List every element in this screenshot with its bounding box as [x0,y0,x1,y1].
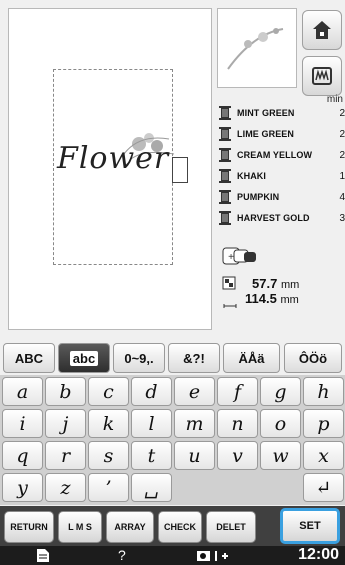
tab-lowercase[interactable]: abc [58,343,110,373]
color-row[interactable]: PUMPKIN 4 [219,188,345,206]
key-c[interactable]: c [88,377,129,406]
thread-spool-icon [219,148,231,162]
key-enter[interactable]: ↵ [303,473,344,502]
key-w[interactable]: w [260,441,301,470]
key-k[interactable]: k [88,409,129,438]
svg-text:+: + [228,252,234,263]
key-apostrophe[interactable]: ’ [88,473,129,502]
key-space[interactable]: ␣ [131,473,172,502]
pattern-height: 57.7 mm [252,276,299,291]
key-r[interactable]: r [45,441,86,470]
pattern-width: 114.5 mm [245,291,299,306]
home-button[interactable] [302,10,342,50]
key-n[interactable]: n [217,409,258,438]
key-x[interactable]: x [303,441,344,470]
thread-spool-icon [219,127,231,141]
tab-symbols[interactable]: &?! [168,343,220,373]
color-row[interactable]: LIME GREEN 2 [219,125,345,143]
embroidery-edit-screen: Flower m i n MINT GREEN 2 LIME GREEN 2 CRE… [0,0,345,565]
color-row[interactable]: HARVEST GOLD 3 [219,209,345,227]
color-time: 1 [339,170,345,182]
thread-spool-icon [219,211,231,225]
color-name: CREAM YELLOW [237,150,313,160]
color-name: LIME GREEN [237,129,295,139]
key-l[interactable]: l [131,409,172,438]
tab-uppercase[interactable]: ABC [3,343,55,373]
character-type-tabs: ABC abc 0~9,. &?! ÄÅä ÔÖö [0,343,345,373]
color-name: HARVEST GOLD [237,213,310,223]
home-icon [313,21,331,39]
height-unit: mm [280,279,300,291]
thread-spool-icon [219,169,231,183]
color-time: 2 [339,107,345,119]
color-row[interactable]: KHAKI 1 [219,167,345,185]
thread-spool-icon [219,190,231,204]
key-t[interactable]: t [131,441,172,470]
thread-spool-icon [219,106,231,120]
key-h[interactable]: h [303,377,344,406]
function-bar: RETURN L M S ARRAY CHECK DELET SET [0,506,345,546]
clock: 12:00 [298,546,339,563]
memory-button[interactable] [302,56,342,96]
color-time: 2 [339,149,345,161]
check-button[interactable]: CHECK [158,511,202,543]
pattern-preview: Flower [8,8,212,330]
key-m[interactable]: m [174,409,215,438]
lms-size-button[interactable]: L M S [58,511,102,543]
color-name: MINT GREEN [237,108,295,118]
tab-accented-lower[interactable]: ÔÖö [284,343,342,373]
lms-label: L M S [68,522,92,532]
key-u[interactable]: u [174,441,215,470]
camera-icon[interactable] [196,548,230,563]
key-i[interactable]: i [2,409,43,438]
help-button[interactable]: ? [118,547,126,563]
status-bar: ? 12:00 [0,546,345,565]
tab-accented-upper[interactable]: ÄÅä [223,343,280,373]
color-name: KHAKI [237,171,266,181]
key-f[interactable]: f [217,377,258,406]
dimensions-icon [222,276,237,308]
key-y[interactable]: y [2,473,43,502]
color-row[interactable]: CREAM YELLOW 2 [219,146,345,164]
tab-numbers[interactable]: 0~9,. [113,343,165,373]
key-e[interactable]: e [174,377,215,406]
tab-label: abc [69,350,99,366]
width-value: 114.5 [245,291,277,306]
character-keyboard: a b c d e f g h i j k l m n o p q r s t … [0,375,345,505]
return-button[interactable]: RETURN [4,511,54,543]
key-g[interactable]: g [260,377,301,406]
pattern-size-info: + 57.7 mm 114.5 mm [222,246,342,336]
pattern-thumbnail [217,8,297,88]
document-icon[interactable] [36,548,50,563]
hoop-size-icon: + [222,247,256,265]
key-a[interactable]: a [2,377,43,406]
key-p[interactable]: p [303,409,344,438]
key-o[interactable]: o [260,409,301,438]
memory-icon [312,67,332,85]
color-time: 2 [339,128,345,140]
color-time: 3 [339,212,345,224]
color-time: 4 [339,191,345,203]
key-z[interactable]: z [45,473,86,502]
thumbnail-ornament-icon [227,28,284,70]
width-unit: mm [280,294,299,306]
key-s[interactable]: s [88,441,129,470]
text-cursor [172,157,188,183]
key-b[interactable]: b [45,377,86,406]
array-button[interactable]: ARRAY [106,511,154,543]
color-name: PUMPKIN [237,192,280,202]
color-row[interactable]: MINT GREEN 2 [219,104,345,122]
set-button[interactable]: SET [280,508,340,544]
key-v[interactable]: v [217,441,258,470]
key-q[interactable]: q [2,441,43,470]
key-j[interactable]: j [45,409,86,438]
delete-button[interactable]: DELET [206,511,256,543]
height-value: 57.7 [252,276,278,291]
key-d[interactable]: d [131,377,172,406]
